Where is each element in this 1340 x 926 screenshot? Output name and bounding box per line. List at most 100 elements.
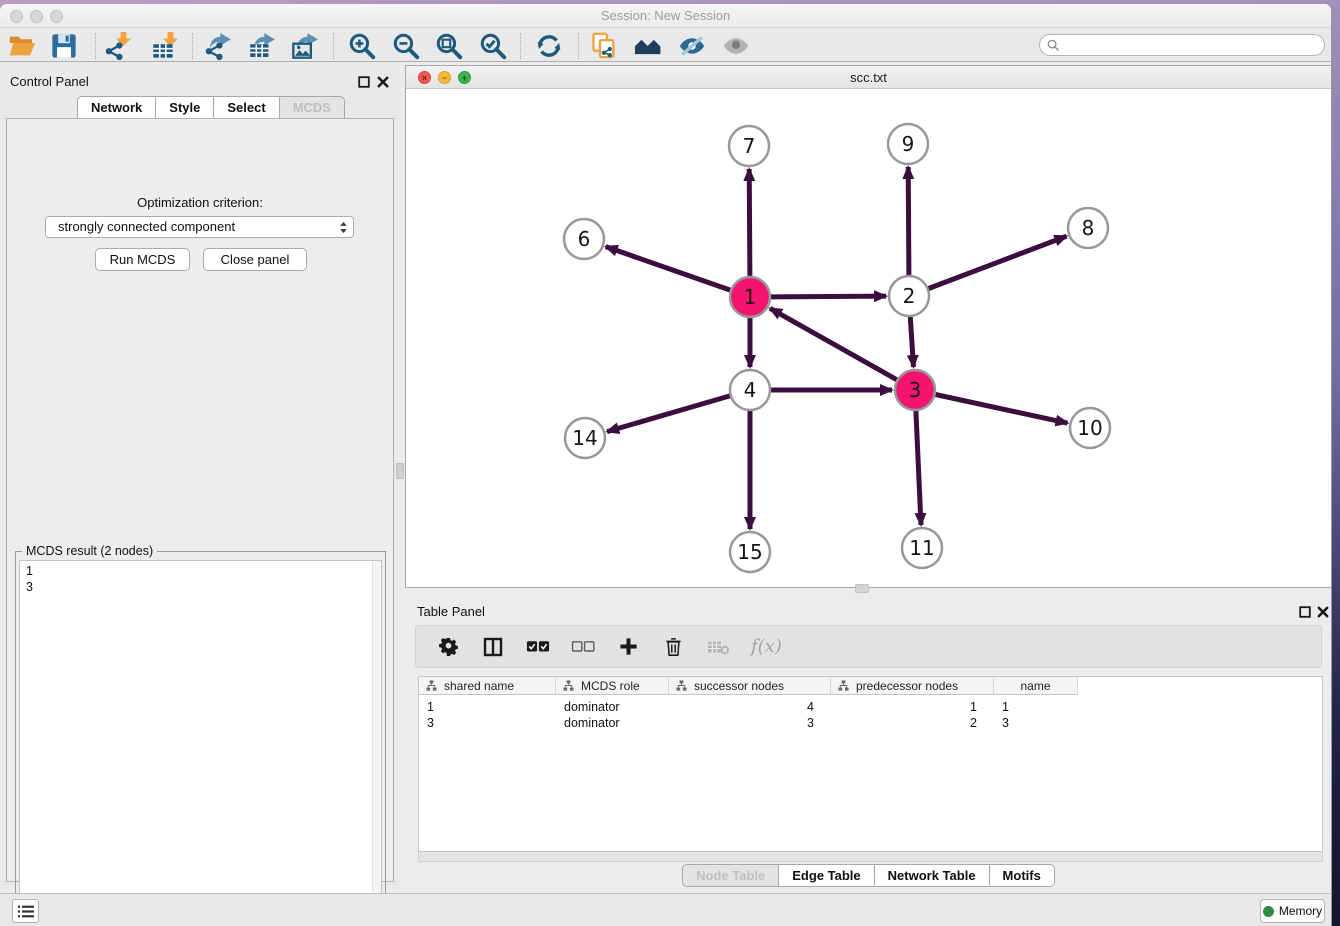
svg-text:10: 10 — [1077, 416, 1102, 440]
table-row[interactable]: 3dominator323 — [419, 715, 1078, 731]
window-title: Session: New Session — [0, 8, 1331, 23]
tab-network[interactable]: Network — [77, 96, 156, 119]
svg-text:8: 8 — [1082, 216, 1095, 240]
edge-3-11[interactable] — [916, 411, 921, 525]
edge-4-14[interactable] — [607, 396, 730, 432]
float-panel-icon[interactable] — [358, 75, 370, 87]
criterion-dropdown-value: strongly connected component — [58, 219, 235, 234]
zoom-fit-icon[interactable] — [435, 32, 463, 60]
table-cell: dominator — [556, 699, 669, 715]
settings-icon[interactable] — [436, 636, 460, 658]
tab-network-table[interactable]: Network Table — [875, 864, 990, 887]
edge-3-10[interactable] — [936, 395, 1068, 424]
result-scrollbar[interactable] — [372, 561, 381, 918]
graph-node-2[interactable]: 2 — [889, 276, 929, 316]
deselect-all-checkboxes-icon[interactable] — [571, 636, 595, 658]
edge-3-1[interactable] — [770, 308, 897, 379]
search-input[interactable] — [1039, 34, 1325, 56]
svg-text:15: 15 — [737, 540, 762, 564]
table-row[interactable]: 1dominator411 — [419, 699, 1078, 715]
toolbar-separator — [95, 33, 96, 59]
memory-button[interactable]: Memory — [1260, 899, 1325, 923]
column-header-predecessor-nodes[interactable]: predecessor nodes — [831, 677, 994, 695]
table-cell: 1 — [994, 699, 1078, 715]
graph-node-6[interactable]: 6 — [564, 219, 604, 259]
tab-mcds[interactable]: MCDS — [280, 96, 345, 119]
export-image-icon[interactable] — [291, 32, 319, 60]
tab-style[interactable]: Style — [156, 96, 214, 119]
edge-2-8[interactable] — [929, 236, 1067, 288]
new-network-from-selection-icon[interactable] — [590, 32, 618, 60]
criterion-dropdown[interactable]: strongly connected component — [45, 216, 354, 238]
edge-1-7[interactable] — [749, 169, 750, 276]
column-header-shared-name[interactable]: shared name — [419, 677, 556, 695]
graph-node-11[interactable]: 11 — [902, 528, 942, 568]
column-hierarchy-icon — [838, 680, 849, 691]
save-session-icon[interactable] — [50, 32, 78, 60]
table-cell: 1 — [831, 699, 994, 715]
column-header-label: shared name — [444, 679, 514, 693]
task-history-button[interactable] — [12, 899, 39, 923]
control-panel: Control Panel NetworkStyleSelectMCDS Opt… — [0, 62, 400, 888]
graph-node-4[interactable]: 4 — [730, 370, 770, 410]
tab-node-table[interactable]: Node Table — [682, 864, 779, 887]
edge-1-2[interactable] — [771, 296, 886, 297]
tab-motifs[interactable]: Motifs — [990, 864, 1055, 887]
table-cell: 2 — [831, 715, 994, 731]
graph-node-8[interactable]: 8 — [1068, 208, 1108, 248]
open-file-icon[interactable] — [8, 32, 36, 60]
status-bar: Memory — [0, 893, 1331, 926]
close-panel-icon[interactable] — [377, 75, 389, 87]
column-header-name[interactable]: name — [994, 677, 1078, 695]
graph-node-1[interactable]: 1 — [730, 277, 770, 317]
first-neighbors-icon[interactable] — [634, 32, 662, 60]
table-close-icon[interactable] — [1317, 605, 1329, 617]
graph-node-15[interactable]: 15 — [730, 532, 770, 572]
mcds-result-list[interactable]: 13 — [19, 560, 382, 919]
vertical-splitter-handle[interactable] — [396, 463, 404, 479]
table-cell: dominator — [556, 715, 669, 731]
graph-node-7[interactable]: 7 — [729, 126, 769, 166]
graph-node-14[interactable]: 14 — [565, 418, 605, 458]
graph-node-3[interactable]: 3 — [895, 370, 935, 410]
network-graph: 7 9 6 8 1 2 4 3 14 10 15 11 — [406, 89, 1331, 587]
column-header-successor-nodes[interactable]: successor nodes — [669, 677, 831, 695]
tab-edge-table[interactable]: Edge Table — [779, 864, 874, 887]
zoom-out-icon[interactable] — [392, 32, 420, 60]
svg-text:4: 4 — [744, 378, 757, 402]
edge-2-3[interactable] — [910, 317, 913, 367]
table-cell: 3 — [419, 715, 556, 731]
select-all-checkboxes-icon[interactable] — [526, 636, 550, 658]
add-column-icon[interactable] — [616, 636, 640, 658]
import-table-icon[interactable] — [151, 32, 179, 60]
destroy-table-icon — [706, 636, 730, 658]
delete-column-icon[interactable] — [661, 636, 685, 658]
edge-2-9[interactable] — [908, 167, 909, 275]
toolbar-separator — [333, 33, 334, 59]
mcds-panel-body: Optimization criterion: strongly connect… — [6, 118, 394, 882]
network-view-window: × − + scc.txt 7968124314101511 — [405, 65, 1332, 588]
close-panel-button[interactable]: Close panel — [203, 248, 307, 271]
refresh-icon[interactable] — [535, 32, 563, 60]
graph-node-9[interactable]: 9 — [888, 124, 928, 164]
zoom-in-icon[interactable] — [348, 32, 376, 60]
hide-selected-icon[interactable] — [678, 32, 706, 60]
show-all-icon[interactable] — [722, 32, 750, 60]
tab-select[interactable]: Select — [214, 96, 279, 119]
column-header-MCDS-role[interactable]: MCDS role — [556, 677, 669, 695]
column-header-label: predecessor nodes — [856, 679, 958, 693]
export-network-icon[interactable] — [204, 32, 232, 60]
network-canvas[interactable]: 7 9 6 8 1 2 4 3 14 10 15 11 — [406, 89, 1331, 587]
columns-icon[interactable] — [481, 636, 505, 658]
main-toolbar — [0, 29, 1331, 62]
toolbar-separator — [520, 33, 521, 59]
export-table-icon[interactable] — [248, 32, 276, 60]
table-float-icon[interactable] — [1299, 605, 1311, 617]
horizontal-splitter-handle[interactable] — [855, 584, 869, 593]
graph-node-10[interactable]: 10 — [1070, 408, 1110, 448]
import-network-icon[interactable] — [104, 32, 132, 60]
edge-1-6[interactable] — [606, 247, 731, 291]
memory-status-icon — [1263, 906, 1274, 917]
zoom-selected-icon[interactable] — [479, 32, 507, 60]
run-mcds-button[interactable]: Run MCDS — [95, 248, 190, 271]
